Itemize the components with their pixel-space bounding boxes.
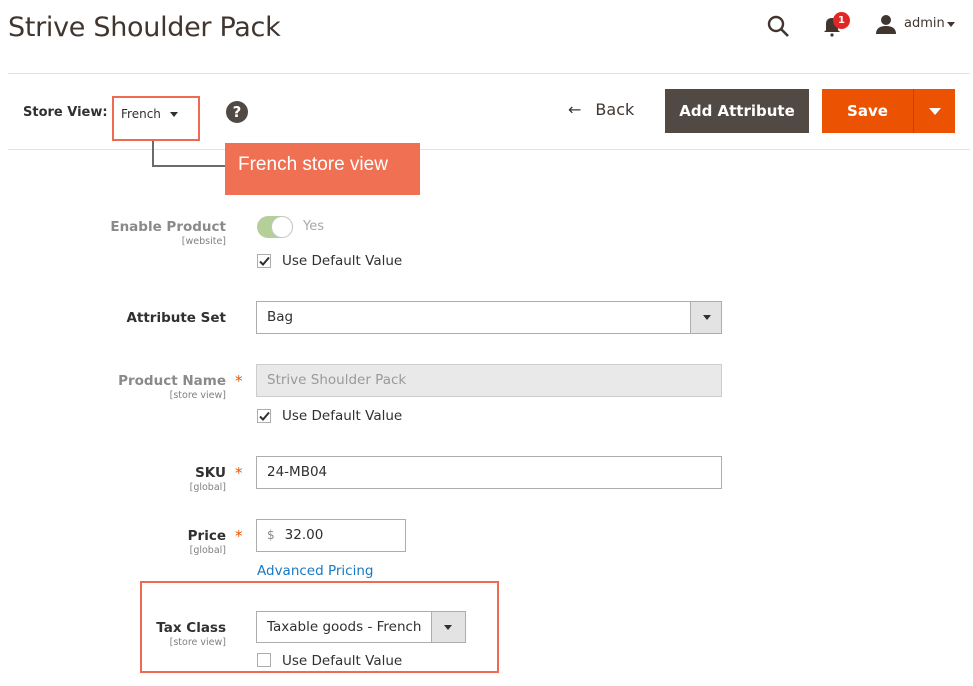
price-value: 32.00 xyxy=(284,527,324,543)
header-divider xyxy=(8,73,970,74)
enable-product-value: Yes xyxy=(303,219,324,234)
use-default-label: Use Default Value xyxy=(282,653,403,669)
use-default-label: Use Default Value xyxy=(282,253,403,269)
callout-connector xyxy=(152,141,154,167)
callout-connector xyxy=(152,165,225,167)
required-marker: * xyxy=(235,464,243,482)
use-default-label: Use Default Value xyxy=(282,408,403,424)
advanced-pricing-link[interactable]: Advanced Pricing xyxy=(257,563,373,579)
tax-class-value: Taxable goods - French xyxy=(267,619,422,635)
tax-class-scope: [store view] xyxy=(169,637,226,648)
chevron-down-icon[interactable] xyxy=(947,22,955,27)
sku-input[interactable]: 24-MB04 xyxy=(256,456,722,489)
price-scope: [global] xyxy=(189,545,226,556)
price-label: Price xyxy=(187,528,226,544)
enable-product-label: Enable Product xyxy=(110,219,226,235)
product-name-scope: [store view] xyxy=(169,390,226,401)
page-title: Strive Shoulder Pack xyxy=(8,12,281,43)
save-options-toggle[interactable] xyxy=(913,89,955,133)
product-name-label: Product Name xyxy=(118,373,226,389)
user-icon[interactable] xyxy=(875,13,897,35)
save-button[interactable]: Save xyxy=(822,89,913,133)
chevron-down-icon xyxy=(929,108,941,115)
add-attribute-button[interactable]: Add Attribute xyxy=(665,89,809,133)
enable-product-use-default-checkbox[interactable] xyxy=(257,254,271,268)
currency-symbol: $ xyxy=(267,528,275,542)
product-name-use-default-checkbox[interactable] xyxy=(257,409,271,423)
notification-badge[interactable]: 1 xyxy=(833,12,850,29)
chevron-down-icon[interactable] xyxy=(170,112,178,117)
sku-scope: [global] xyxy=(189,482,226,493)
chevron-down-icon xyxy=(444,625,452,630)
tax-class-label: Tax Class xyxy=(156,620,226,636)
sku-label: SKU xyxy=(195,465,226,481)
help-icon[interactable]: ? xyxy=(226,101,248,123)
chevron-down-icon xyxy=(703,315,711,320)
arrow-left-icon: ← xyxy=(568,100,582,119)
back-label: Back xyxy=(595,100,635,119)
required-marker: * xyxy=(235,527,243,545)
attribute-set-value: Bag xyxy=(267,309,294,325)
store-view-label: Store View: xyxy=(23,105,108,120)
tax-class-select[interactable]: Taxable goods - French xyxy=(256,611,466,643)
tax-class-use-default-checkbox[interactable] xyxy=(257,653,271,667)
annotation-callout: French store view xyxy=(225,143,420,195)
back-button[interactable]: ← Back xyxy=(568,100,634,119)
enable-product-scope: [website] xyxy=(181,236,226,247)
enable-product-toggle[interactable] xyxy=(257,216,293,238)
user-menu[interactable]: admin xyxy=(904,16,945,31)
price-input[interactable]: $32.00 xyxy=(256,519,406,552)
attribute-set-select[interactable]: Bag xyxy=(256,301,722,334)
attribute-set-label: Attribute Set xyxy=(126,310,226,326)
store-view-switcher[interactable]: French xyxy=(121,107,161,121)
product-name-input[interactable]: Strive Shoulder Pack xyxy=(256,364,722,397)
search-icon[interactable] xyxy=(766,14,790,38)
required-marker: * xyxy=(235,372,243,390)
